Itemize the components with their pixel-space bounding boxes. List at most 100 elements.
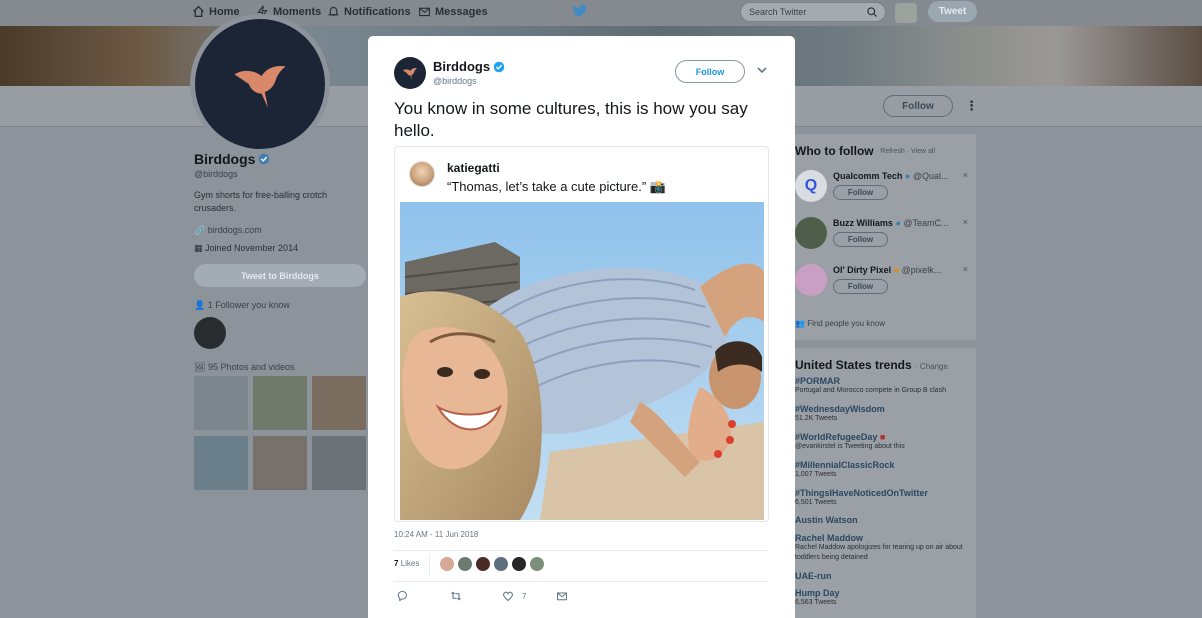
trend-item[interactable]: #WednesdayWisdom 51.2K Tweets (795, 404, 973, 424)
heart-icon[interactable] (502, 590, 514, 602)
followers-you-know-text: 1 Follower you know (207, 300, 290, 310)
trend-name[interactable]: #WednesdayWisdom (795, 404, 973, 414)
media-thumbnail[interactable] (194, 376, 248, 430)
liker-avatar[interactable] (439, 556, 455, 572)
followers-you-know[interactable]: 👤 1 Follower you know (194, 300, 290, 311)
likes-count[interactable]: 7 Likes (394, 559, 419, 568)
trend-item[interactable]: Hump Day 6,563 Tweets (795, 588, 973, 608)
photos-videos-link[interactable]: 🖼 95 Photos and videos (194, 362, 295, 373)
media-thumbnail[interactable] (194, 436, 248, 490)
retweet-icon[interactable] (450, 590, 462, 602)
like-action[interactable]: 7 (502, 590, 526, 602)
who-to-follow-title: Who to follow (795, 144, 874, 158)
direct-message-action[interactable] (556, 590, 568, 602)
nav-notifications[interactable]: Notifications (327, 5, 411, 18)
profile-website-text[interactable]: birddogs.com (208, 225, 262, 235)
nav-home-label: Home (209, 5, 240, 18)
user-avatar[interactable] (895, 3, 917, 23)
verified-badge-icon: ● (904, 171, 911, 181)
trend-item[interactable]: #PORMAR Portugal and Morocco compete in G… (795, 376, 973, 396)
suggestion-name[interactable]: Buzz Williams ● @TeamC... (833, 218, 949, 228)
trend-name[interactable]: #WorldRefugeeDay ■ (795, 432, 973, 442)
profile-joined-text: Joined November 2014 (205, 243, 299, 253)
tweet-to-button[interactable]: Tweet to Birddogs (194, 264, 366, 287)
tweet-timestamp[interactable]: 10:24 AM - 11 Jun 2018 (394, 530, 478, 539)
liker-avatar[interactable] (475, 556, 491, 572)
envelope-icon[interactable] (556, 590, 568, 602)
suggestion-name[interactable]: Ol' Dirty Pixel ■ @pixelk... (833, 265, 941, 275)
profile-website[interactable]: 🔗 birddogs.com (194, 225, 262, 236)
suggestion-avatar[interactable] (795, 264, 827, 296)
tweet-author-handle[interactable]: @birddogs (433, 76, 477, 86)
nav-messages[interactable]: Messages (418, 5, 488, 18)
selfie-photo-illustration (400, 202, 764, 520)
divider (394, 550, 768, 551)
suggestion-follow-button[interactable]: Follow (833, 232, 888, 247)
trend-item[interactable]: Austin Watson (795, 515, 973, 525)
media-thumbnail[interactable] (253, 376, 307, 430)
trend-name[interactable]: Rachel Maddow (795, 533, 973, 543)
dismiss-icon[interactable]: × (963, 264, 968, 274)
nav-messages-label: Messages (435, 5, 488, 18)
emoji-icon: ■ (893, 265, 900, 275)
trend-subtitle: Portugal and Morocco compete in Group B … (795, 387, 946, 394)
trend-item[interactable]: #ThingsIHaveNoticedOnTwitter 6,501 Tweets (795, 488, 973, 508)
trend-name[interactable]: Hump Day (795, 588, 973, 598)
suggestion-avatar[interactable]: Q (795, 170, 827, 202)
quoted-tweet-photo[interactable] (400, 202, 764, 520)
retweet-action[interactable] (450, 590, 462, 602)
tweet-author-avatar[interactable] (394, 57, 426, 89)
tweet-author-name-text[interactable]: Birddogs (433, 59, 490, 74)
dismiss-icon[interactable]: × (963, 217, 968, 227)
trend-name[interactable]: #MillennialClassicRock (795, 460, 973, 470)
profile-handle: @birddogs (194, 169, 238, 179)
suggestion-avatar[interactable] (795, 217, 827, 249)
liker-avatar[interactable] (511, 556, 527, 572)
reply-action[interactable] (396, 590, 408, 602)
profile-avatar[interactable] (195, 19, 325, 149)
trend-name[interactable]: Austin Watson (795, 515, 973, 525)
quoted-author-name[interactable]: katiegatti (447, 161, 500, 175)
who-to-follow-links[interactable]: · Refresh · View all (876, 148, 935, 155)
dismiss-icon[interactable]: × (963, 170, 968, 180)
trend-item[interactable]: #WorldRefugeeDay ■ @evankirstel is Tweeti… (795, 432, 973, 452)
profile-name-text: Birddogs (194, 151, 256, 167)
tweet-button[interactable]: Tweet (928, 1, 977, 22)
quoted-author-avatar[interactable] (409, 161, 435, 187)
more-options-icon[interactable]: ⋮ (965, 98, 978, 114)
suggestion-follow-button[interactable]: Follow (833, 185, 888, 200)
photos-videos-text: 95 Photos and videos (207, 362, 295, 372)
profile-follow-button[interactable]: Follow (883, 95, 953, 117)
suggestion-name[interactable]: Qualcomm Tech ● @Qual... (833, 171, 948, 181)
follower-avatar[interactable] (194, 317, 226, 349)
trend-name[interactable]: UAE-run (795, 571, 973, 581)
trends-change-link[interactable]: · Change (915, 362, 948, 371)
trend-item[interactable]: UAE-run (795, 571, 973, 581)
search-icon[interactable] (866, 6, 878, 18)
nav-moments-label: Moments (273, 5, 322, 18)
quoted-tweet[interactable]: katiegatti “Thomas, let’s take a cute pi… (394, 146, 769, 522)
trend-subtitle: @evankirstel is Tweeting about this (795, 443, 905, 450)
trends-title: United States trends · Change (795, 358, 948, 372)
hummingbird-logo-icon (402, 68, 418, 80)
trend-name[interactable]: #PORMAR (795, 376, 973, 386)
liker-avatar[interactable] (493, 556, 509, 572)
nav-home[interactable]: Home (192, 5, 240, 18)
twitter-bird-icon[interactable] (572, 4, 588, 18)
media-thumbnail[interactable] (312, 376, 366, 430)
reply-icon[interactable] (396, 590, 408, 602)
follow-button[interactable]: Follow (675, 60, 745, 83)
search-input[interactable]: Search Twitter (740, 2, 886, 22)
trend-item[interactable]: #MillennialClassicRock 1,007 Tweets (795, 460, 973, 480)
liker-avatar[interactable] (457, 556, 473, 572)
media-thumbnail[interactable] (253, 436, 307, 490)
liker-avatar[interactable] (529, 556, 545, 572)
trend-item[interactable]: Rachel Maddow Rachel Maddow apologizes fo… (795, 533, 973, 563)
chevron-down-icon[interactable] (756, 64, 768, 76)
find-people-link[interactable]: 👥 Find people you know (795, 319, 885, 328)
profile-bio: Gym shorts for free-balling crotch crusa… (194, 190, 328, 213)
trend-name[interactable]: #ThingsIHaveNoticedOnTwitter (795, 488, 973, 498)
suggestion-follow-button[interactable]: Follow (833, 279, 888, 294)
tweet-author-name[interactable]: Birddogs (433, 59, 505, 74)
media-thumbnail[interactable] (312, 436, 366, 490)
